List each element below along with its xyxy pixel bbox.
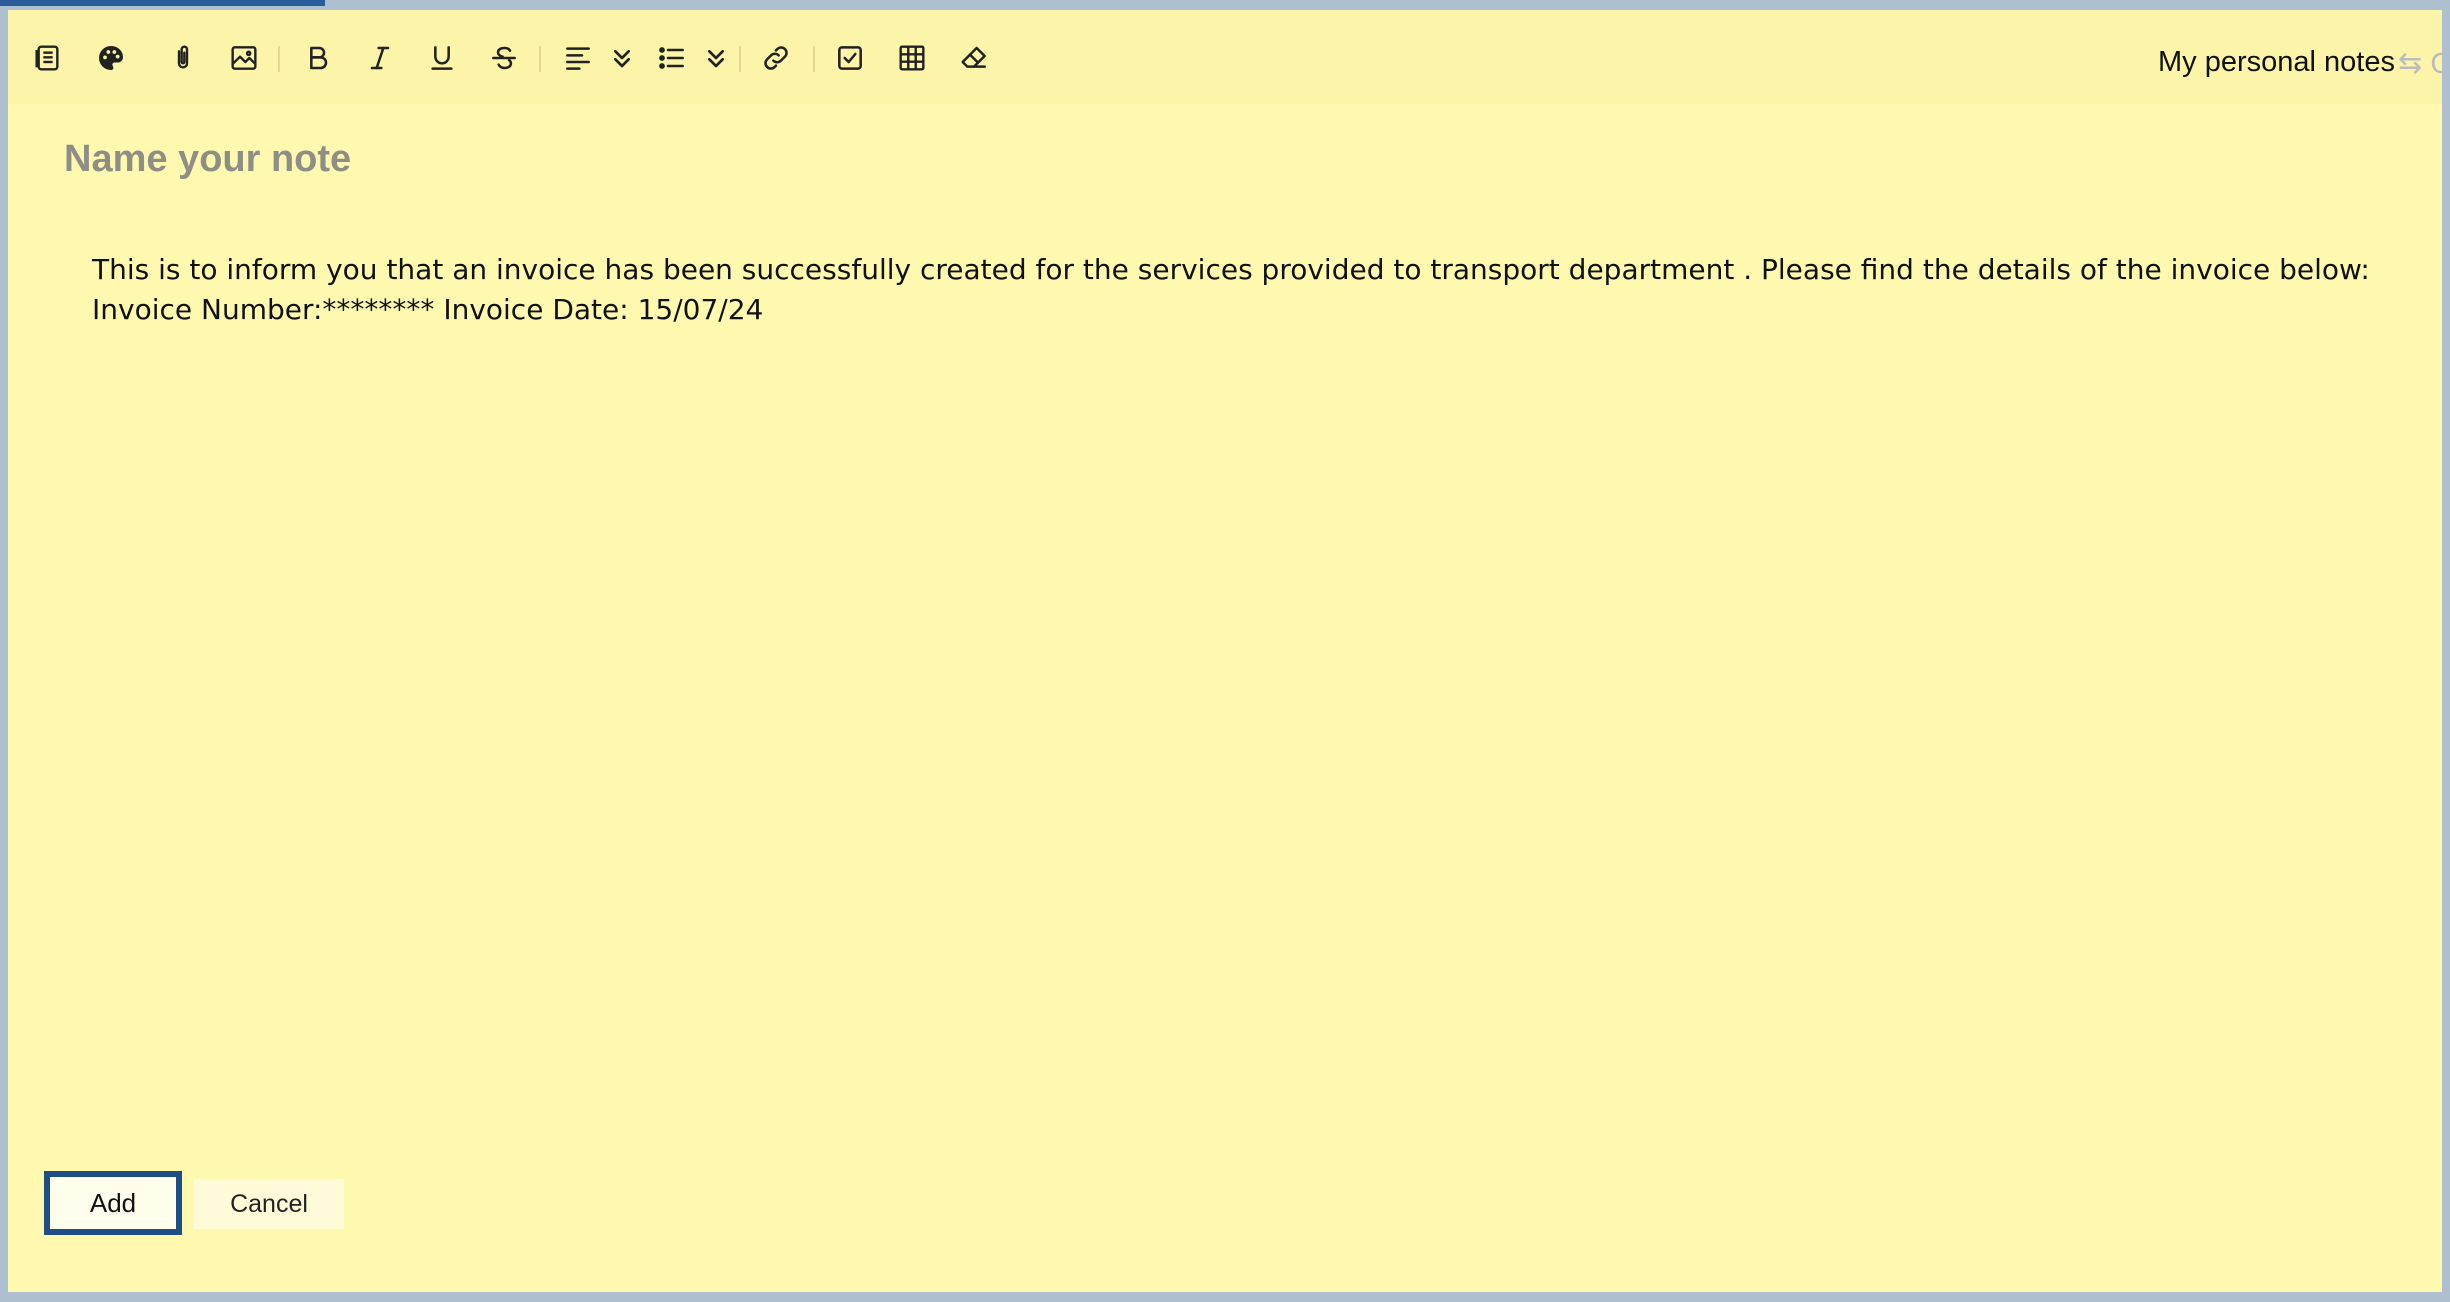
cancel-button-label: Cancel (230, 1189, 308, 1218)
app-window: My personal notes ⇆ C This is to inform … (0, 0, 2450, 1302)
table-icon[interactable] (892, 38, 932, 78)
toolbar-divider (539, 46, 541, 72)
cancel-button[interactable]: Cancel (194, 1179, 344, 1229)
add-button[interactable]: Add (44, 1171, 182, 1235)
palette-icon[interactable] (91, 38, 131, 78)
checkbox-icon[interactable] (830, 38, 870, 78)
chevron-down-icon[interactable] (602, 38, 642, 78)
notebook-icon[interactable] (28, 38, 68, 78)
image-icon[interactable] (224, 38, 264, 78)
note-body-editor[interactable]: This is to inform you that an invoice ha… (92, 250, 2422, 330)
eraser-icon[interactable] (954, 38, 994, 78)
note-actions: Add Cancel (8, 1150, 2442, 1270)
bullet-list-icon[interactable] (652, 38, 692, 78)
toolbar-divider (813, 46, 815, 72)
notebook-selector[interactable]: My personal notes (2158, 46, 2395, 79)
note-editor: My personal notes ⇆ C This is to inform … (8, 10, 2442, 1292)
align-left-icon[interactable] (558, 38, 598, 78)
chevron-down-icon[interactable] (696, 38, 736, 78)
note-title-input[interactable] (62, 128, 2366, 190)
loading-progress-bar (0, 0, 325, 6)
link-icon[interactable] (756, 38, 796, 78)
bold-icon[interactable] (298, 38, 338, 78)
toolbar-divider (739, 46, 741, 72)
strikethrough-icon[interactable] (484, 38, 524, 78)
underline-icon[interactable] (422, 38, 462, 78)
notebook-selector-overflow: ⇆ C (2398, 48, 2442, 80)
toolbar-divider (278, 46, 280, 72)
add-button-label: Add (89, 1187, 137, 1218)
formatting-toolbar: My personal notes ⇆ C (8, 10, 2442, 104)
italic-icon[interactable] (360, 38, 400, 78)
attachment-icon[interactable] (163, 38, 203, 78)
